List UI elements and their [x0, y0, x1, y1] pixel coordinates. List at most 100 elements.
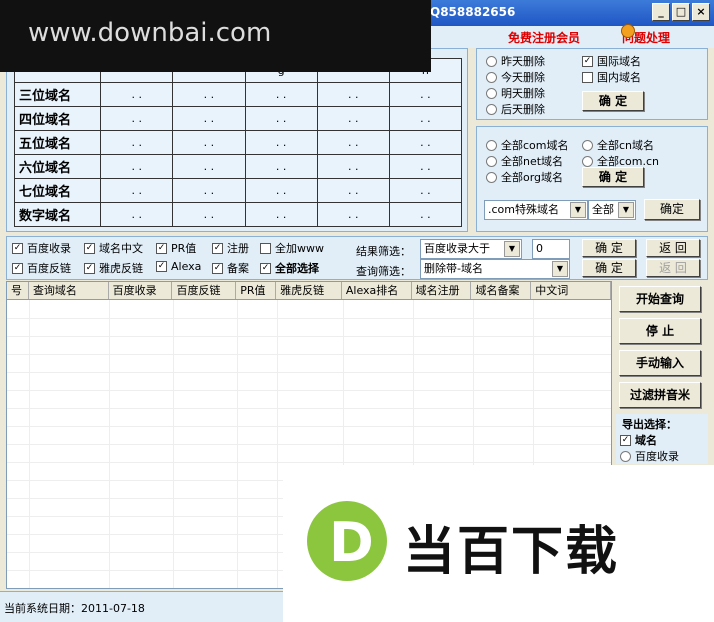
radio-circle[interactable] [486, 71, 497, 83]
export-domain-checkbox[interactable]: ✓ 域名 [620, 432, 657, 448]
scope-confirm-button[interactable]: 确 定 [582, 167, 644, 187]
radio-yesterday[interactable]: 昨天删除 [486, 53, 545, 69]
column-header[interactable]: 百度反链 [172, 282, 237, 299]
grid-cell[interactable]: . . [172, 178, 246, 203]
result-back-button[interactable]: 返 回 [646, 239, 700, 257]
filter-pinyin-button[interactable]: 过滤拼音米 [619, 382, 701, 408]
chevron-down-icon[interactable]: ▼ [618, 202, 634, 218]
checkbox-box[interactable]: ✓ [12, 242, 23, 254]
radio-all-cn[interactable]: 全部cn域名 [582, 137, 654, 153]
grid-cell[interactable]: . . [100, 178, 174, 203]
column-header[interactable]: Alexa排名 [342, 282, 412, 299]
grid-cell[interactable]: . . [244, 130, 318, 155]
checkbox-select-all[interactable]: ✓ 全部选择 [260, 260, 319, 276]
radio-circle[interactable] [486, 171, 497, 183]
grid-cell[interactable]: . . [172, 154, 246, 179]
grid-cell[interactable]: . . [244, 82, 318, 107]
grid-cell[interactable]: . . [316, 82, 390, 107]
grid-cell[interactable]: . . [316, 106, 390, 131]
radio-circle[interactable] [486, 87, 497, 99]
radio-circle[interactable] [620, 450, 631, 462]
grid-cell[interactable]: . . [388, 178, 463, 203]
grid-cell[interactable]: . . [244, 202, 318, 227]
checkbox-register[interactable]: ✓ 注册 [212, 240, 249, 256]
grid-cell[interactable]: . . [172, 106, 246, 131]
checkbox-box[interactable] [260, 242, 271, 254]
grid-cell[interactable]: . . [244, 178, 318, 203]
checkbox-alexa[interactable]: ✓ Alexa [156, 260, 201, 273]
checkbox-box[interactable]: ✓ [620, 434, 631, 446]
radio-all-com[interactable]: 全部com域名 [486, 137, 569, 153]
grid-cell[interactable]: . . [388, 130, 463, 155]
column-header[interactable]: 雅虎反链 [276, 282, 342, 299]
checkbox-box[interactable]: ✓ [260, 262, 271, 274]
radio-circle[interactable] [486, 155, 497, 167]
chevron-down-icon[interactable]: ▼ [570, 202, 586, 218]
grid-cell[interactable]: . . [100, 82, 174, 107]
radio-circle[interactable] [486, 103, 497, 115]
checkbox-box[interactable]: ✓ [212, 242, 223, 254]
checkbox-international[interactable]: ✓ 国际域名 [582, 53, 641, 69]
grid-cell[interactable]: . . [100, 106, 174, 131]
close-icon[interactable]: × [692, 3, 710, 21]
minimize-icon[interactable]: _ [652, 3, 670, 21]
grid-cell[interactable]: . . [172, 202, 246, 227]
column-header[interactable]: 域名注册 [412, 282, 472, 299]
special-domain-select[interactable]: .com特殊域名 ▼ [484, 200, 588, 220]
radio-circle[interactable] [486, 55, 497, 67]
maximize-icon[interactable]: □ [672, 3, 690, 21]
grid-cell[interactable]: . . [388, 154, 463, 179]
query-filter-select[interactable]: 删除带-域名 ▼ [420, 259, 570, 279]
column-header[interactable]: 号 [7, 282, 29, 299]
radio-day-after[interactable]: 后天删除 [486, 101, 545, 117]
grid-cell[interactable]: . . [388, 202, 463, 227]
grid-cell[interactable]: . . [388, 82, 463, 107]
column-header[interactable]: 域名备案 [471, 282, 532, 299]
register-link[interactable]: 免费注册会员 [508, 29, 580, 46]
grid-cell[interactable]: . . [100, 130, 174, 155]
result-filter-number[interactable]: 0 [532, 239, 570, 259]
checkbox-box[interactable]: ✓ [156, 242, 167, 254]
radio-circle[interactable] [486, 139, 497, 151]
radio-all-net[interactable]: 全部net域名 [486, 153, 563, 169]
grid-cell[interactable]: . . [100, 202, 174, 227]
radio-circle[interactable] [582, 139, 593, 151]
checkbox-baidu-backlink[interactable]: ✓ 百度反链 [12, 260, 71, 276]
grid-cell[interactable]: . . [316, 202, 390, 227]
radio-all-org[interactable]: 全部org域名 [486, 169, 563, 185]
checkbox-baidu-index[interactable]: ✓ 百度收录 [12, 240, 71, 256]
manual-input-button[interactable]: 手动输入 [619, 350, 701, 376]
grid-cell[interactable]: . . [244, 106, 318, 131]
delete-confirm-button[interactable]: 确 定 [582, 91, 644, 111]
result-filter-select[interactable]: 百度收录大于 ▼ [420, 239, 522, 259]
scope-confirm-button-2[interactable]: 确定 [644, 199, 700, 220]
checkbox-domain-chinese[interactable]: ✓ 域名中文 [84, 240, 143, 256]
checkbox-box[interactable]: ✓ [84, 242, 95, 254]
checkbox-pr[interactable]: ✓ PR值 [156, 240, 196, 256]
column-header[interactable]: 百度收录 [109, 282, 173, 299]
grid-cell[interactable]: . . [316, 130, 390, 155]
grid-cell[interactable]: . . [388, 106, 463, 131]
column-header[interactable]: 查询域名 [29, 282, 109, 299]
stop-button[interactable]: 停 止 [619, 318, 701, 344]
grid-cell[interactable]: . . [172, 130, 246, 155]
checkbox-box[interactable] [582, 71, 593, 83]
checkbox-domestic[interactable]: 国内域名 [582, 69, 641, 85]
grid-cell[interactable]: . . [244, 154, 318, 179]
column-header[interactable]: 中文词 [531, 282, 611, 299]
radio-today[interactable]: 今天删除 [486, 69, 545, 85]
checkbox-icp[interactable]: ✓ 备案 [212, 260, 249, 276]
checkbox-box[interactable]: ✓ [84, 262, 95, 274]
all-select[interactable]: 全部 ▼ [588, 200, 636, 220]
export-baidu-radio[interactable]: 百度收录 [620, 448, 679, 464]
result-confirm-button[interactable]: 确 定 [582, 239, 636, 257]
checkbox-box[interactable]: ✓ [156, 261, 167, 272]
checkbox-box[interactable]: ✓ [12, 262, 23, 274]
start-query-button[interactable]: 开始查询 [619, 286, 701, 312]
grid-cell[interactable]: . . [316, 154, 390, 179]
chevron-down-icon[interactable]: ▼ [504, 241, 520, 257]
checkbox-yahoo-backlink[interactable]: ✓ 雅虎反链 [84, 260, 143, 276]
checkbox-box[interactable]: ✓ [212, 262, 223, 274]
grid-cell[interactable]: . . [316, 178, 390, 203]
radio-tomorrow[interactable]: 明天删除 [486, 85, 545, 101]
